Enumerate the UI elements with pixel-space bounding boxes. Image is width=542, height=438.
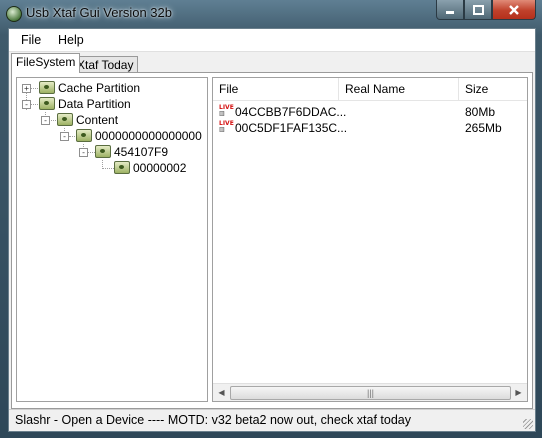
collapse-icon[interactable]: - [60,132,69,141]
tree-node-label: Data Partition [58,97,131,111]
tree-node-cache-partition[interactable]: + Cache Partition [17,80,205,96]
cell-size: 80Mb [465,105,496,119]
tree-node-data-partition[interactable]: - Data Partition [17,96,205,112]
partition-tree[interactable]: + Cache Partition - Data Partition - Con… [16,77,208,402]
folder-icon [39,97,55,110]
folder-icon [95,145,111,158]
cell-file: 04CCBB7F6DDAC... [235,105,347,119]
collapse-icon[interactable]: - [22,100,31,109]
maximize-icon [472,4,484,15]
menu-help[interactable]: Help [58,33,84,47]
table-row[interactable]: LIVE ▥ 04CCBB7F6DDAC... 80Mb [213,104,513,120]
live-icon-mark: ▥ [219,110,225,117]
minimize-icon [446,10,454,14]
table-row[interactable]: LIVE ▥ 00C5DF1FAF135C... 265Mb [213,120,513,136]
collapse-icon[interactable]: - [41,116,50,125]
folder-icon [39,81,55,94]
tree-node-content[interactable]: - Content [17,112,205,128]
tab-xtaf-today[interactable]: Xtaf Today [72,56,139,73]
list-header: File Real Name Size [213,78,527,101]
tree-node-label: Content [76,113,119,127]
collapse-icon[interactable]: - [79,148,88,157]
folder-icon [76,129,92,142]
menu-bar: File Help [9,29,535,52]
folder-icon [114,161,130,174]
window-title: Usb Xtaf Gui Version 32b [26,5,172,20]
column-header-real-name[interactable]: Real Name [339,78,459,100]
window-controls [436,0,536,20]
cell-file: 00C5DF1FAF135C... [235,121,348,135]
tree-node-title-id[interactable]: - 454107F9 [17,144,205,160]
filesystem-panel: + Cache Partition - Data Partition - Con… [11,72,533,409]
tree-node-label: Cache Partition [58,81,141,95]
tree-node-label: 0000000000000000 [95,129,202,143]
title-bar[interactable]: Usb Xtaf Gui Version 32b [0,0,542,28]
live-icon: LIVE ▥ [219,121,234,135]
minimize-button[interactable] [436,0,464,20]
close-icon [509,4,519,15]
cell-size: 265Mb [465,121,502,135]
resize-grip-icon[interactable] [523,419,533,429]
file-list[interactable]: File Real Name Size LIVE ▥ 04CCBB7F6DDAC… [212,77,528,402]
scroll-left-button[interactable]: ◀ [213,384,230,401]
status-bar: Slashr - Open a Device ---- MOTD: v32 be… [9,409,535,431]
column-header-size[interactable]: Size [459,78,527,100]
horizontal-scrollbar[interactable]: ◀ ||| ▶ [213,383,527,401]
scroll-right-button[interactable]: ▶ [510,384,527,401]
tree-node-profile-id[interactable]: - 0000000000000000 [17,128,205,144]
scroll-thumb[interactable]: ||| [230,386,511,400]
app-window: Usb Xtaf Gui Version 32b File Help FileS… [0,0,542,438]
menu-file[interactable]: File [21,33,41,47]
status-text: Slashr - Open a Device ---- MOTD: v32 be… [15,413,411,427]
tree-node-label: 454107F9 [114,145,169,159]
tree-node-label: 00000002 [133,161,187,175]
maximize-button[interactable] [464,0,492,20]
live-icon: LIVE ▥ [219,105,234,119]
close-button[interactable] [492,0,536,20]
tree-node-content-type[interactable]: 00000002 [17,160,205,176]
tab-filesystem[interactable]: FileSystem [11,53,81,73]
app-icon [6,6,22,22]
live-icon-mark: ▥ [219,126,225,133]
expand-icon[interactable]: + [22,84,31,93]
client-area: File Help FileSystem Xtaf Today + Cache … [8,28,536,432]
column-header-file[interactable]: File [213,78,339,100]
folder-icon [57,113,73,126]
